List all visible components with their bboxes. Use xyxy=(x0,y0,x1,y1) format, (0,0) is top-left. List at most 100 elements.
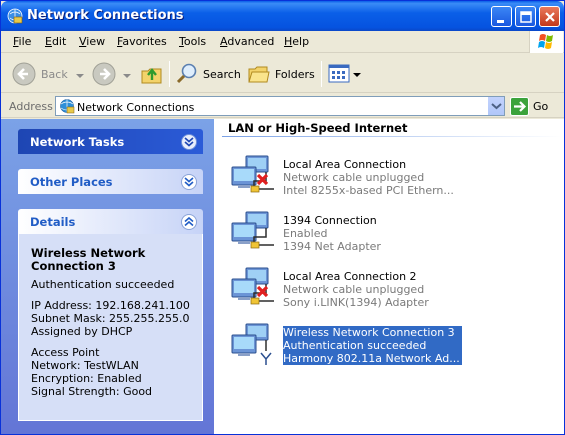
task-pane: Network Tasks Other Places Details Wirel… xyxy=(1,119,214,434)
connection-text: 1394 Connection Enabled 1394 Net Adapter xyxy=(283,214,381,253)
menu-view[interactable]: View xyxy=(79,35,105,48)
address-value: Network Connections xyxy=(77,101,195,114)
chevron-down-icon[interactable] xyxy=(181,134,197,150)
connection-name: Local Area Connection xyxy=(283,158,407,171)
other-places-panel: Other Places xyxy=(18,169,203,194)
up-folder-button[interactable] xyxy=(139,60,165,88)
chevron-down-icon[interactable] xyxy=(181,174,197,190)
connection-item[interactable]: Local Area Connection Network cable unpl… xyxy=(230,155,560,201)
menu-advanced[interactable]: Advanced xyxy=(220,35,274,48)
connection-status: Network cable unplugged xyxy=(283,283,425,296)
folders-icon xyxy=(248,66,270,83)
details-ip: IP Address: 192.168.241.100 xyxy=(31,299,190,312)
details-header[interactable]: Details xyxy=(18,209,203,234)
maximize-icon xyxy=(520,11,532,23)
network-tasks-panel: Network Tasks xyxy=(18,129,203,154)
network-connections-window: Network Connections File Edit View Favor… xyxy=(0,0,565,435)
connection-item-selected[interactable]: Wireless Network Connection 3 Authentica… xyxy=(230,323,560,369)
network-tasks-label: Network Tasks xyxy=(30,135,125,149)
details-auth: Authentication succeeded xyxy=(31,278,175,291)
details-panel: Details Wireless Network Connection 3 Au… xyxy=(18,209,203,421)
details-encryption: Encryption: Enabled xyxy=(31,372,142,385)
address-bar: Address Network Connections Go xyxy=(1,94,564,118)
forward-dropdown-icon[interactable] xyxy=(122,71,132,81)
details-title: Wireless Network Connection 3 xyxy=(31,247,190,273)
lan-icon xyxy=(231,211,274,249)
window-title: Network Connections xyxy=(27,8,184,23)
address-dropdown-button[interactable] xyxy=(487,97,504,115)
connection-adapter: 1394 Net Adapter xyxy=(283,240,381,253)
details-body: Wireless Network Connection 3 Authentica… xyxy=(18,234,203,421)
toolbar-separator xyxy=(321,61,322,87)
back-label: Back xyxy=(41,68,68,81)
title-bar[interactable]: Network Connections xyxy=(1,1,564,31)
toolbar-separator xyxy=(169,61,170,87)
back-button[interactable]: Back xyxy=(11,60,73,88)
search-button[interactable]: Search xyxy=(175,60,241,88)
connection-status: Authentication succeeded xyxy=(283,339,427,352)
connection-adapter: Intel 8255x-based PCI Ethern... xyxy=(283,184,454,197)
other-places-label: Other Places xyxy=(30,175,113,189)
go-arrow-icon xyxy=(510,97,529,116)
minimize-button[interactable] xyxy=(491,6,512,27)
go-label: Go xyxy=(533,100,549,113)
search-icon xyxy=(176,63,197,84)
chevron-down-icon xyxy=(491,103,502,110)
details-signal: Signal Strength: Good xyxy=(31,385,153,398)
menu-file[interactable]: File xyxy=(13,35,31,48)
network-connections-icon xyxy=(60,99,75,114)
maximize-button[interactable] xyxy=(515,6,536,27)
group-divider xyxy=(222,136,562,137)
connection-status: Network cable unplugged xyxy=(283,171,425,184)
details-mask: Subnet Mask: 255.255.255.0 xyxy=(31,312,190,325)
other-places-header[interactable]: Other Places xyxy=(18,169,203,194)
network-tasks-header[interactable]: Network Tasks xyxy=(18,129,203,154)
menu-tools[interactable]: Tools xyxy=(179,35,206,48)
connection-text: Wireless Network Connection 3 Authentica… xyxy=(283,326,462,365)
search-label: Search xyxy=(203,68,241,81)
connection-name: Local Area Connection 2 xyxy=(283,270,417,283)
close-icon xyxy=(545,12,555,22)
go-button[interactable]: Go xyxy=(510,97,560,116)
chevron-up-icon[interactable] xyxy=(181,214,197,230)
connection-adapter: Sony i.LINK(1394) Adapter xyxy=(283,296,429,309)
toolbar: Back Search Folders xyxy=(1,54,564,93)
details-title-line-2: Connection 3 xyxy=(31,259,116,273)
menu-edit[interactable]: Edit xyxy=(45,35,66,48)
connection-text: Local Area Connection 2 Network cable un… xyxy=(283,270,429,309)
back-arrow-icon xyxy=(12,62,36,86)
minimize-icon xyxy=(497,20,504,23)
connection-adapter: Harmony 802.11a Network Ad... xyxy=(283,352,460,365)
connection-item[interactable]: 1394 Connection Enabled 1394 Net Adapter xyxy=(230,211,560,257)
close-button[interactable] xyxy=(539,6,560,27)
views-button[interactable] xyxy=(327,60,361,88)
views-dropdown-icon xyxy=(353,73,361,77)
details-assigned: Assigned by DHCP xyxy=(31,325,133,338)
connection-item[interactable]: Local Area Connection 2 Network cable un… xyxy=(230,267,560,313)
lan-unplugged-icon xyxy=(231,267,274,305)
back-dropdown-icon[interactable] xyxy=(75,71,85,81)
network-connections-icon xyxy=(7,8,23,24)
windows-logo-icon xyxy=(529,31,563,53)
up-folder-icon xyxy=(141,68,162,84)
group-header: LAN or High-Speed Internet xyxy=(228,121,408,135)
folders-label: Folders xyxy=(275,68,315,81)
connection-name: 1394 Connection xyxy=(283,214,377,227)
details-network: Network: TestWLAN xyxy=(31,359,139,372)
connections-list: LAN or High-Speed Internet Local Area Co… xyxy=(214,119,564,434)
menu-help[interactable]: Help xyxy=(284,35,309,48)
forward-arrow-icon xyxy=(92,62,116,86)
connection-name: Wireless Network Connection 3 xyxy=(283,326,455,339)
lan-unplugged-icon xyxy=(231,155,274,193)
menu-bar: File Edit View Favorites Tools Advanced … xyxy=(1,31,564,53)
details-label: Details xyxy=(30,215,76,229)
folders-button[interactable]: Folders xyxy=(247,60,315,88)
address-input[interactable]: Network Connections xyxy=(55,96,505,116)
forward-button[interactable] xyxy=(91,60,121,88)
connection-text: Local Area Connection Network cable unpl… xyxy=(283,158,454,197)
connection-status: Enabled xyxy=(283,227,328,240)
menu-favorites[interactable]: Favorites xyxy=(117,35,167,48)
wireless-connection-icon xyxy=(231,323,272,365)
address-label: Address xyxy=(9,100,53,113)
details-access-point: Access Point xyxy=(31,346,100,359)
